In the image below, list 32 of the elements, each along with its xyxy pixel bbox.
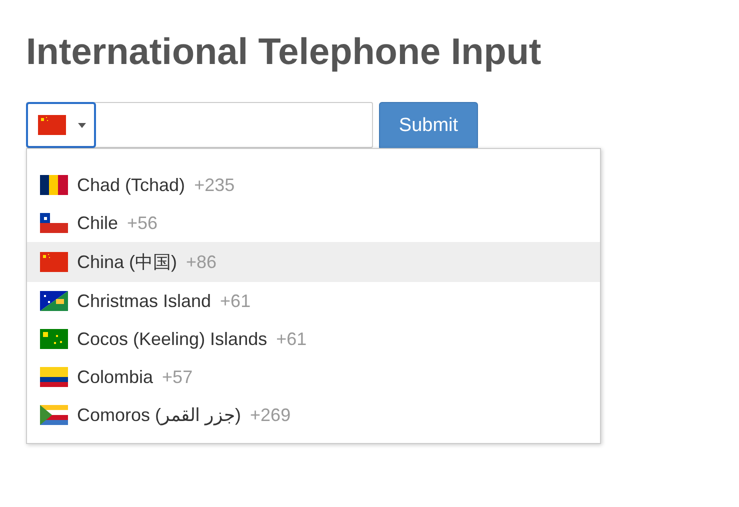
country-option[interactable]: Colombia +57 (27, 358, 600, 396)
country-option[interactable]: Chad (Tchad) +235 (27, 166, 600, 204)
country-option[interactable]: Chile +56 (27, 204, 600, 242)
flag-icon (38, 115, 66, 135)
country-name: Colombia (77, 367, 154, 387)
dial-code: +61 (276, 329, 307, 349)
page-title: International Telephone Input (26, 30, 542, 74)
country-name: China (中国) (77, 252, 178, 272)
dial-code: +61 (220, 291, 251, 311)
flag-icon (40, 367, 68, 387)
dial-code: +269 (250, 405, 291, 425)
country-option[interactable]: Christmas Island +61 (27, 282, 600, 320)
dial-code: +56 (127, 213, 158, 233)
dial-code: +57 (162, 367, 193, 387)
dial-code: +235 (194, 175, 235, 195)
dial-code: +86 (186, 252, 217, 272)
flag-icon (40, 405, 68, 425)
country-name: Cocos (Keeling) Islands (77, 329, 268, 349)
country-name: Chile (77, 213, 118, 233)
flag-icon (40, 291, 68, 311)
country-option[interactable]: Cocos (Keeling) Islands +61 (27, 320, 600, 358)
caret-icon (78, 122, 86, 128)
flag-icon (40, 252, 68, 272)
submit-button[interactable]: Submit (379, 102, 478, 150)
country-name: Comoros (جزر القمر) (77, 405, 242, 425)
country-name: Christmas Island (77, 291, 212, 311)
country-option[interactable]: China (中国) +86 (27, 242, 600, 282)
country-selector[interactable] (26, 102, 96, 148)
flag-icon (40, 175, 68, 195)
country-name: Chad (Tchad) (77, 175, 186, 195)
flag-icon (40, 329, 68, 349)
flag-icon (40, 213, 68, 233)
